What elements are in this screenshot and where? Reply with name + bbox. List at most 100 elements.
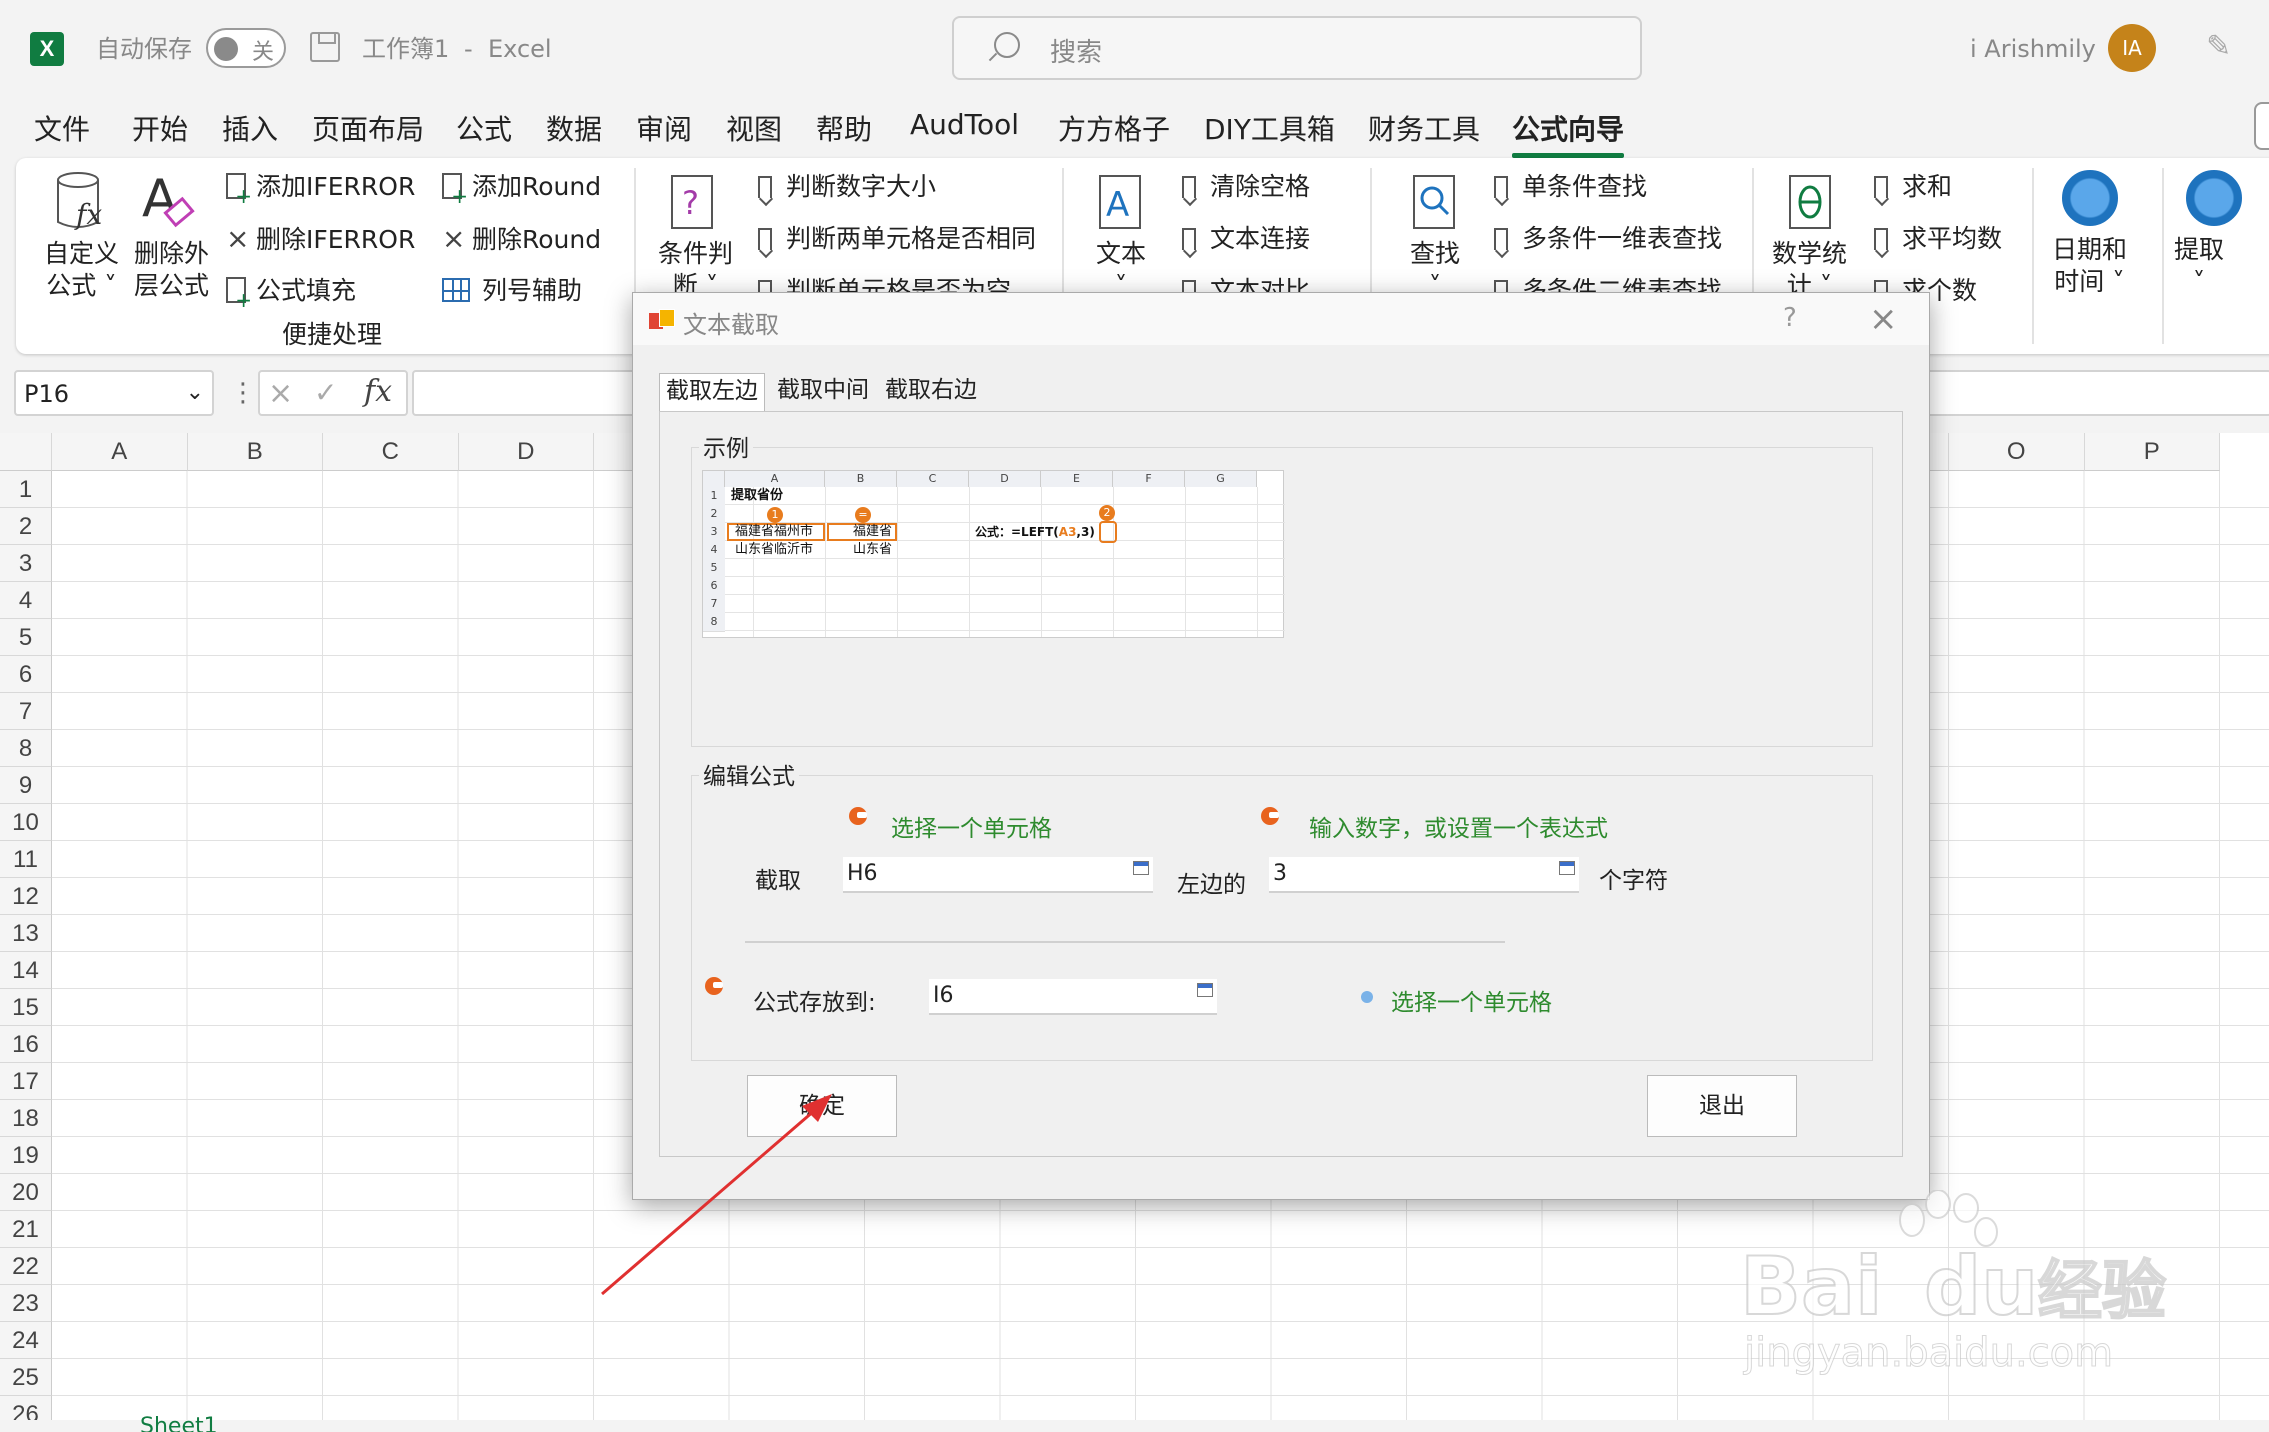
column-header[interactable]: O: [1949, 433, 2085, 471]
row-header[interactable]: 16: [0, 1026, 52, 1063]
search-box[interactable]: 搜索: [952, 16, 1642, 80]
add-round-button[interactable]: 添加Round: [442, 170, 601, 205]
add-iferror-button[interactable]: 添加IFERROR: [226, 170, 415, 205]
svg-text:A: A: [1106, 185, 1129, 225]
column-header[interactable]: A: [52, 433, 188, 471]
insert-function-icon[interactable]: fx: [364, 374, 392, 409]
edit-formula-group: [691, 775, 1873, 1061]
row-header[interactable]: 15: [0, 989, 52, 1026]
average-button[interactable]: 求平均数: [1874, 222, 2002, 256]
tab-file[interactable]: 文件: [34, 108, 90, 148]
example-group-label: 示例: [699, 429, 753, 463]
column-header[interactable]: B: [187, 433, 323, 471]
row-header[interactable]: 1: [0, 471, 52, 508]
row-header[interactable]: 22: [0, 1248, 52, 1285]
row-header[interactable]: 5: [0, 619, 52, 656]
select-all-corner[interactable]: [0, 433, 52, 471]
tab-insert[interactable]: 插入: [222, 108, 278, 148]
chars-label: 个字符: [1599, 868, 1668, 894]
delete-round-button[interactable]: × 删除Round: [442, 222, 601, 257]
user-name[interactable]: i Arishmily: [1970, 32, 2096, 66]
row-header[interactable]: 21: [0, 1211, 52, 1248]
row-header[interactable]: 4: [0, 582, 52, 619]
row-header[interactable]: 11: [0, 841, 52, 878]
tab-extract-right[interactable]: 截取右边: [879, 373, 983, 411]
tab-audtool[interactable]: AudTool: [910, 108, 1019, 141]
add-doc-icon: [226, 173, 252, 205]
row-header[interactable]: 10: [0, 804, 52, 841]
delete-outer-formula-button[interactable]: 删除外 层公式: [134, 238, 209, 302]
example-col-header: G: [1185, 471, 1257, 487]
save-icon[interactable]: [310, 32, 340, 62]
row-header[interactable]: 14: [0, 952, 52, 989]
row-header[interactable]: 9: [0, 767, 52, 804]
confirm-icon[interactable]: ✓: [314, 376, 337, 409]
clear-spaces-button[interactable]: 清除空格: [1182, 170, 1310, 204]
tab-data[interactable]: 数据: [546, 108, 602, 148]
row-header[interactable]: 24: [0, 1322, 52, 1359]
tab-extract-left[interactable]: 截取左边: [659, 373, 765, 411]
tab-help[interactable]: 帮助: [816, 108, 872, 148]
tab-extract-middle[interactable]: 截取中间: [771, 373, 875, 411]
row-header[interactable]: 2: [0, 508, 52, 545]
row-header[interactable]: 7: [0, 693, 52, 730]
datetime-button[interactable]: 日期和 时间 ˅: [2052, 234, 2127, 298]
row-header[interactable]: 18: [0, 1100, 52, 1137]
row-header[interactable]: 19: [0, 1137, 52, 1174]
name-box[interactable]: P16 ⌄: [14, 370, 214, 416]
range-select-icon[interactable]: [1197, 983, 1213, 997]
exit-button[interactable]: 退出: [1647, 1075, 1797, 1137]
column-header[interactable]: P: [2084, 433, 2220, 471]
tab-view[interactable]: 视图: [726, 108, 782, 148]
range-select-icon[interactable]: [1133, 861, 1149, 875]
row-header[interactable]: 8: [0, 730, 52, 767]
menu-bar: 文件 开始 插入 页面布局 公式 数据 审阅 视图 帮助 AudTool 方方格…: [0, 100, 2269, 158]
target-cell-input[interactable]: I6: [929, 979, 1217, 1015]
row-header[interactable]: 3: [0, 545, 52, 582]
tab-home[interactable]: 开始: [132, 108, 188, 148]
tab-fangfang[interactable]: 方方格子: [1058, 108, 1170, 148]
sheet-tab-sheet1[interactable]: Sheet1: [140, 1414, 250, 1432]
column-helper-button[interactable]: 列号辅助: [442, 274, 582, 308]
row-header[interactable]: 17: [0, 1063, 52, 1100]
row-header[interactable]: 20: [0, 1174, 52, 1211]
multi-condition-1d-find-button[interactable]: 多条件一维表查找: [1494, 222, 1722, 256]
formula-buttons: × ✓ fx: [258, 370, 408, 416]
row-header[interactable]: 23: [0, 1285, 52, 1322]
bookmark-icon: [1494, 176, 1508, 198]
text-join-button[interactable]: 文本连接: [1182, 222, 1310, 256]
judge-cells-same-button[interactable]: 判断两单元格是否相同: [758, 222, 1036, 256]
char-count-input[interactable]: 3: [1269, 857, 1579, 893]
row-header[interactable]: 13: [0, 915, 52, 952]
row-header[interactable]: 6: [0, 656, 52, 693]
tab-page-layout[interactable]: 页面布局: [312, 108, 424, 148]
tab-finance-tools[interactable]: 财务工具: [1368, 108, 1480, 148]
tab-formula-wizard[interactable]: 公式向导: [1512, 108, 1625, 158]
row-header[interactable]: 25: [0, 1359, 52, 1396]
sum-button[interactable]: 求和: [1874, 170, 1952, 204]
pen-icon[interactable]: ✎: [2206, 30, 2240, 64]
tab-diy-toolbox[interactable]: DIY工具箱: [1204, 108, 1335, 148]
single-condition-find-button[interactable]: 单条件查找: [1494, 170, 1647, 204]
judge-number-size-button[interactable]: 判断数字大小: [758, 170, 936, 204]
autosave-label: 自动保存: [96, 35, 192, 63]
range-select-icon[interactable]: [1559, 861, 1575, 875]
delete-x-icon: ×: [226, 222, 250, 255]
formula-fill-button[interactable]: 公式填充: [226, 274, 356, 309]
column-header[interactable]: D: [458, 433, 594, 471]
share-button[interactable]: [2254, 102, 2269, 150]
autosave-toggle[interactable]: 关: [206, 28, 286, 68]
close-icon[interactable]: ×: [1869, 299, 1898, 339]
row-header[interactable]: 12: [0, 878, 52, 915]
avatar[interactable]: IA: [2108, 24, 2156, 72]
custom-formula-button[interactable]: 自定义 公式 ˅: [44, 238, 119, 302]
more-options-icon[interactable]: ⋮: [230, 378, 256, 408]
extract-button[interactable]: 提取 ˅: [2174, 234, 2224, 298]
help-icon[interactable]: ?: [1783, 303, 1797, 333]
tab-review[interactable]: 审阅: [636, 108, 692, 148]
source-cell-input[interactable]: H6: [843, 857, 1153, 893]
tab-formulas[interactable]: 公式: [456, 108, 512, 148]
column-header[interactable]: C: [323, 433, 459, 471]
cancel-icon[interactable]: ×: [268, 376, 293, 411]
delete-iferror-button[interactable]: × 删除IFERROR: [226, 222, 415, 257]
